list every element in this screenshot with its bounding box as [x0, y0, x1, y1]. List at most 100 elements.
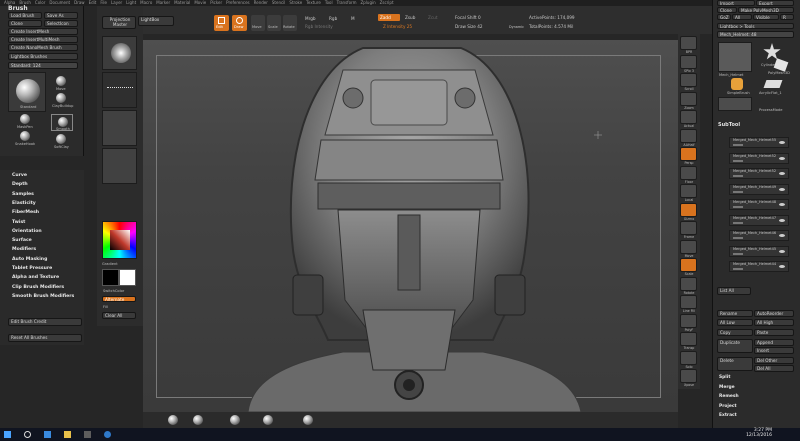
- zbrush-taskbar-icon[interactable]: [84, 431, 91, 438]
- bottom-brush-5-icon[interactable]: [303, 415, 313, 425]
- brush-submenu-curve[interactable]: Curve: [12, 173, 27, 178]
- brush-submenu-smooth-brush-modifiers[interactable]: Smooth Brush Modifiers: [12, 294, 74, 299]
- smooth-brush-tile[interactable]: Smooth: [51, 114, 73, 131]
- current-brush-slider[interactable]: Standard: 124: [8, 62, 78, 69]
- subtool-row[interactable]: Merged_Mech_Helmet46: [729, 230, 789, 241]
- scale-button[interactable]: [680, 258, 697, 272]
- make-polymesh-button[interactable]: Make PolyMesh3D: [738, 7, 794, 13]
- visibility-eye-icon[interactable]: [779, 265, 785, 268]
- brush-submenu-samples[interactable]: Samples: [12, 192, 34, 197]
- maskpen-brush-icon[interactable]: [20, 114, 30, 124]
- xpose-button[interactable]: [680, 369, 697, 383]
- stroke-thumbnail[interactable]: [102, 72, 137, 108]
- brush-submenu-clip-brush-modifiers[interactable]: Clip Brush Modifiers: [12, 285, 64, 290]
- rename-button[interactable]: Rename: [717, 310, 753, 317]
- current-brush-thumbnail[interactable]: Standard: [8, 72, 46, 112]
- edge-icon[interactable]: [44, 431, 51, 438]
- floor-button[interactable]: [680, 165, 697, 180]
- brush-submenu-auto-masking[interactable]: Auto Masking: [12, 257, 47, 262]
- subtool-row[interactable]: Merged_Mech_Helmet52: [729, 168, 789, 179]
- visibility-eye-icon[interactable]: [779, 141, 785, 144]
- edit-mode-button[interactable]: Edit: [214, 15, 229, 31]
- solo-button[interactable]: [680, 350, 697, 365]
- goz-r-button[interactable]: R: [780, 14, 794, 20]
- tool-thumb-mech-helmet-small[interactable]: [718, 97, 752, 111]
- edit-brush-credit-button[interactable]: Edit Brush Credit: [8, 318, 82, 326]
- all-low-button[interactable]: All Low: [717, 319, 753, 326]
- main-color-swatch[interactable]: [119, 269, 136, 286]
- split-menu[interactable]: Split: [719, 375, 730, 380]
- del-all-button[interactable]: Del All: [754, 365, 794, 372]
- brush-submenu-elasticity[interactable]: Elasticity: [12, 201, 36, 206]
- subtool-row[interactable]: Merged_Mech_Helmet52: [729, 152, 789, 164]
- merge-menu[interactable]: Merge: [719, 385, 735, 390]
- all-high-button[interactable]: All High: [754, 319, 794, 326]
- brush-submenu-depth[interactable]: Depth: [12, 182, 28, 187]
- softclay-brush-icon[interactable]: [56, 134, 66, 144]
- select-icon-button[interactable]: SelectIcon: [44, 20, 78, 27]
- rotate-mode-button[interactable]: Rotate: [283, 15, 297, 31]
- zoom-button[interactable]: [680, 91, 697, 106]
- zadd-button[interactable]: Zadd: [378, 14, 400, 21]
- subtool-row[interactable]: Merged_Mech_Helmet44: [729, 261, 789, 272]
- scroll-button[interactable]: [680, 73, 697, 87]
- subtool-row[interactable]: Merged_Mech_Helmet45: [729, 245, 789, 257]
- brush-submenu-alpha-and-texture[interactable]: Alpha and Texture: [12, 275, 59, 280]
- move-mode-button[interactable]: Move: [251, 15, 265, 31]
- secondary-color-swatch[interactable]: [102, 269, 119, 286]
- draw-mode-button[interactable]: Draw: [232, 15, 247, 31]
- bottom-brush-2-icon[interactable]: [193, 415, 203, 425]
- lightbox-tools-button[interactable]: Lightbox > Tools: [717, 23, 794, 29]
- brush-submenu-surface[interactable]: Surface: [12, 238, 32, 243]
- list-all-button[interactable]: List All: [717, 287, 751, 295]
- color-picker[interactable]: [102, 221, 137, 259]
- bottom-brush-3-icon[interactable]: [230, 415, 240, 425]
- save-as-button[interactable]: Save As: [44, 12, 78, 19]
- delete-button[interactable]: Delete: [717, 357, 753, 371]
- duplicate-button[interactable]: Duplicate: [717, 339, 753, 353]
- project-menu[interactable]: Project: [719, 404, 737, 409]
- rgb-intensity-slider[interactable]: Rgb Intensity: [305, 24, 333, 29]
- claybuildup-brush-icon[interactable]: [56, 93, 66, 103]
- bottom-brush-4-icon[interactable]: [263, 415, 273, 425]
- switch-color-label[interactable]: SwitchColor: [103, 289, 124, 293]
- import-button[interactable]: Import: [717, 0, 755, 6]
- clone-brush-button[interactable]: Clone: [8, 20, 42, 27]
- subtool-row[interactable]: Merged_Mech_Helmet49: [729, 183, 789, 195]
- visibility-eye-icon[interactable]: [779, 172, 785, 175]
- acrylic-tool-icon[interactable]: [763, 80, 783, 88]
- subtool-row[interactable]: Merged_Mech_Helmet48: [729, 199, 789, 210]
- polyf-button[interactable]: [680, 313, 697, 328]
- copy-button[interactable]: Copy: [717, 329, 753, 336]
- lightbox-button[interactable]: LightBox: [138, 16, 174, 26]
- local-button[interactable]: [680, 184, 697, 198]
- load-brush-button[interactable]: Load Brush: [8, 12, 42, 19]
- menu-item-edit[interactable]: Edit: [89, 0, 97, 6]
- bpr-button[interactable]: [680, 36, 697, 50]
- insert-button[interactable]: Insert: [754, 347, 794, 354]
- brush-submenu-tablet-pressure[interactable]: Tablet Pressure: [12, 266, 52, 271]
- dynamic-button[interactable]: Dynamic: [509, 25, 524, 29]
- zsub-button[interactable]: Zsub: [405, 15, 415, 20]
- move-brush-icon[interactable]: [56, 76, 66, 86]
- clone-tool-button[interactable]: Clone: [717, 7, 737, 13]
- goz-all-button[interactable]: All: [732, 14, 752, 20]
- draw-size-slider[interactable]: Draw Size 42: [455, 24, 483, 29]
- lightbox-brushes-button[interactable]: Lightbox Brushes: [8, 53, 78, 60]
- visibility-eye-icon[interactable]: [779, 249, 785, 253]
- polymesh-tool-icon[interactable]: [773, 58, 789, 72]
- clear-all-button[interactable]: Clear All: [102, 312, 136, 319]
- gizmo-button[interactable]: [680, 202, 697, 217]
- start-icon[interactable]: [4, 431, 11, 438]
- create-insertmesh-button[interactable]: Create InsertMesh: [8, 28, 78, 35]
- bottom-brush-1-icon[interactable]: [168, 415, 178, 425]
- visibility-eye-icon[interactable]: [779, 187, 785, 191]
- current-tool-slider[interactable]: Mech_Helmet: 48: [717, 31, 794, 38]
- frame-button[interactable]: [680, 221, 697, 235]
- fill-color-label[interactable]: Fill: [103, 305, 108, 309]
- m-button[interactable]: M: [351, 16, 355, 21]
- visibility-eye-icon[interactable]: [779, 218, 785, 222]
- mrgb-button[interactable]: Mrgb: [305, 16, 316, 21]
- persp-button[interactable]: [680, 147, 697, 161]
- goz-visible-button[interactable]: Visible: [753, 14, 779, 20]
